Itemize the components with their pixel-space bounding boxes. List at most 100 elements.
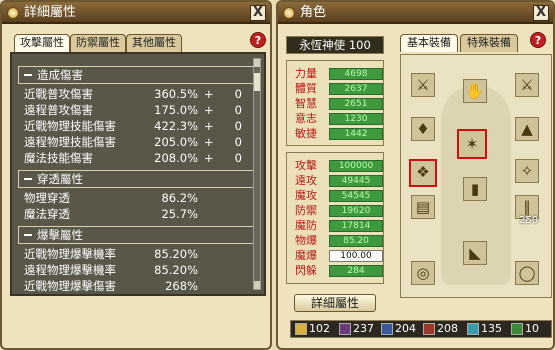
stat-label: 魔攻 [295, 189, 317, 202]
equip-slot[interactable]: ▲ [515, 117, 539, 141]
stat-label: 攻擊 [295, 159, 317, 172]
window-title: 角色 [300, 5, 327, 20]
help-button[interactable]: ? [530, 32, 546, 48]
section-title: 穿透屬性 [37, 172, 83, 186]
attribute-row: 近戰物理爆擊傷害 268% [22, 278, 250, 294]
equip-slot[interactable]: ▮ [463, 177, 487, 201]
equip-slot[interactable]: ✶ [457, 129, 487, 159]
character-window: 角色 X 永恆神使 100 基本裝備 特殊裝備 ? 力量 4698 體質 2637 … [276, 0, 555, 350]
gauntlet-icon: ✋ [465, 82, 485, 100]
window-orb-icon [7, 7, 19, 19]
attribute-value: 86.2% [161, 191, 198, 205]
attribute-row: 近戰物理技能傷害 422.3% +0 [22, 118, 250, 134]
attribute-value: 360.5% [154, 87, 198, 101]
bonus-value: 0 [234, 119, 242, 133]
equip-slot[interactable]: ❖ [409, 159, 437, 187]
equip-slot[interactable]: ✧ [515, 159, 539, 183]
bracelet-icon: ◯ [518, 264, 536, 282]
attribute-value: 422.3% [154, 119, 198, 133]
scroll-up-button[interactable] [254, 59, 260, 67]
stat-row: 敏捷 1442 [291, 127, 383, 141]
attribute-row: 物理穿透 86.2% [22, 190, 250, 206]
stat-row: 智慧 2651 [291, 97, 383, 111]
scrollbar[interactable] [253, 58, 261, 290]
bag-count: 250 [519, 215, 539, 226]
attribute-label: 魔法穿透 [24, 207, 70, 221]
section-header: 爆擊屬性 [18, 226, 254, 244]
attribute-value: 175.0% [154, 103, 198, 117]
detail-attributes-button[interactable]: 詳細屬性 [294, 294, 376, 312]
attributes-list-panel: 造成傷害 近戰普攻傷害 360.5% +0 遠程普攻傷害 175.0% +0 近戰物理技… [10, 52, 266, 296]
tab-other-attributes[interactable]: 其他屬性 [126, 34, 182, 52]
resource-value: 10 [525, 322, 539, 335]
stat-value: 100.00 [329, 250, 383, 262]
stat-row: 閃躲 284 [291, 264, 383, 278]
equip-slot[interactable]: ✋ [463, 79, 487, 103]
stat-value: 54545 [329, 190, 383, 202]
character-level: 100 [348, 38, 371, 52]
plus-sign: + [204, 135, 214, 149]
stat-label: 智慧 [295, 97, 317, 110]
fire-icon [423, 323, 435, 335]
plus-sign: + [204, 103, 214, 117]
attribute-value: 208.0% [154, 151, 198, 165]
title-bar[interactable]: 詳細屬性 X [2, 2, 270, 24]
tab-special-equipment[interactable]: 特殊裝備 [460, 34, 518, 52]
resource-bar: 102 237 204 208 135 10 [290, 320, 552, 338]
window-title: 詳細屬性 [24, 5, 77, 20]
resource-value: 208 [437, 322, 458, 335]
plus-sign: + [204, 87, 214, 101]
equip-slot[interactable]: ◣ [463, 241, 487, 265]
stat-value: 19620 [329, 205, 383, 217]
attribute-row: 近戰普攻傷害 360.5% +0 [22, 86, 250, 102]
attribute-label: 遠程物理爆擊機率 [24, 263, 116, 277]
stat-value: 1442 [329, 128, 383, 140]
attribute-label: 近戰普攻傷害 [24, 87, 93, 101]
equip-slot[interactable]: ▤ [411, 195, 435, 219]
section-header: 造成傷害 [18, 66, 254, 84]
stat-value: 2651 [329, 98, 383, 110]
ice-icon [467, 323, 479, 335]
attribute-row: 魔法穿透 25.7% [22, 206, 250, 222]
stat-label: 敏捷 [295, 127, 317, 140]
greaves-icon: ▮ [470, 180, 480, 198]
stat-value: 17814 [329, 220, 383, 232]
character-title: 永恆神使 [299, 38, 346, 52]
stat-value: 1230 [329, 113, 383, 125]
stat-row: 力量 4698 [291, 67, 383, 81]
tab-basic-equipment[interactable]: 基本裝備 [400, 34, 458, 52]
bonus-value: 0 [234, 103, 242, 117]
stat-value: 100000 [329, 160, 383, 172]
amulet-icon: ❖ [416, 163, 430, 181]
equip-slot[interactable]: ⚔ [411, 73, 435, 97]
attribute-label: 近戰物理技能傷害 [24, 119, 116, 133]
stat-value: 284 [329, 265, 383, 277]
close-button[interactable]: X [533, 5, 549, 21]
moon-icon [339, 323, 351, 335]
scroll-thumb[interactable] [254, 73, 260, 91]
stat-value: 85.20 [329, 235, 383, 247]
tome-icon: ▤ [415, 198, 431, 216]
section-header: 穿透屬性 [18, 170, 254, 188]
close-button[interactable]: X [250, 5, 266, 21]
crossed-swords-icon: ⚔ [520, 76, 534, 94]
equipment-panel: ⚔ ✋ ⚔ ♦ ✶ ▲ ❖ ▮ ✧ ▤ ∥ ◣ ◎ ◯ 250 [400, 54, 552, 298]
combat-stats-panel: 攻擊 100000 遠攻 49445 魔攻 54545 防禦 19620 魔防 17814… [286, 152, 384, 284]
section-title: 爆擊屬性 [37, 228, 83, 242]
attribute-label: 物理穿透 [24, 191, 70, 205]
attribute-row: 遠程普攻傷害 175.0% +0 [22, 102, 250, 118]
tab-attack-attributes[interactable]: 攻擊屬性 [14, 34, 70, 52]
stat-label: 意志 [295, 112, 317, 125]
equip-slot[interactable]: ⚔ [515, 73, 539, 97]
equip-slot[interactable]: ◯ [515, 261, 539, 285]
tab-defense-attributes[interactable]: 防禦屬性 [70, 34, 126, 52]
attribute-label: 遠程普攻傷害 [24, 103, 93, 117]
scroll-down-button[interactable] [254, 281, 260, 289]
leaf-icon [511, 323, 523, 335]
title-bar[interactable]: 角色 X [278, 2, 553, 24]
help-button[interactable]: ? [250, 32, 266, 48]
attribute-label: 遠程物理技能傷害 [24, 135, 116, 149]
equip-slot[interactable]: ♦ [411, 117, 435, 141]
section-title: 造成傷害 [37, 68, 83, 82]
equip-slot[interactable]: ◎ [411, 261, 435, 285]
